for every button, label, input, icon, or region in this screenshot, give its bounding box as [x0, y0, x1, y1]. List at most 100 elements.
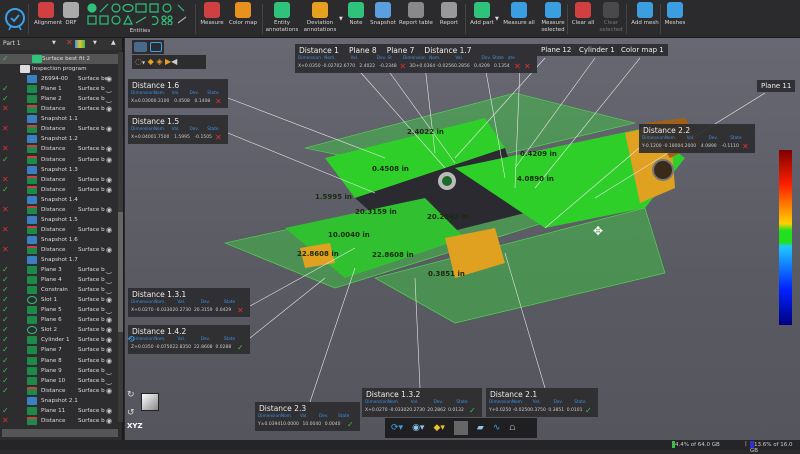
tree-item[interactable]: Inspection program [0, 64, 118, 74]
eye-closed-icon[interactable]: ‿ [106, 305, 112, 315]
add-mesh-button[interactable]: Add mesh [630, 2, 660, 27]
display-mode-icon[interactable]: ◉▾ [412, 423, 424, 433]
alignment-button[interactable]: Alignment [34, 2, 62, 27]
tree-item[interactable]: 26994-00 Surface bes ◉ [0, 74, 118, 84]
meshes-button[interactable]: Meshes [663, 2, 687, 27]
measurement-label[interactable]: 0.3851 in [428, 270, 465, 278]
eye-icon[interactable]: ◉ [106, 205, 112, 215]
eye-icon[interactable]: ◉ [106, 386, 112, 396]
clear-all-button[interactable]: Clear all [570, 2, 596, 27]
tree-item[interactable]: ✓ Plane 8 Surface b ◉ [0, 356, 118, 366]
tree-item[interactable]: ✕ Distance Surface b ◉ [0, 144, 118, 154]
annotation-distance-1-3-1[interactable]: Distance 1.3.1 Dimension Nom. Val. Dev. State… [128, 288, 250, 317]
annotation-distance-1-4-2[interactable]: Distance 1.4.2 Dimension Nom. Val. Dev. State… [128, 325, 250, 354]
tag-color-map-1[interactable]: Color map 1 [617, 44, 668, 56]
eye-icon[interactable]: ◉ [106, 416, 112, 426]
tag-plane-12[interactable]: Plane 12 [537, 44, 576, 56]
cube-icon[interactable] [141, 393, 159, 411]
eye-icon[interactable]: ◉ [106, 155, 112, 165]
tree-item[interactable]: ✕ Distance Surface b ◉ [0, 175, 118, 185]
profile-icon[interactable]: ⩍ [509, 423, 515, 433]
measurement-label[interactable]: 1.5995 in [315, 193, 352, 201]
eye-icon[interactable]: ◉ [106, 345, 112, 355]
annotation-distance-1-5[interactable]: Distance 1.5 Dimension Nom. Val. Dev. State X+… [128, 115, 228, 144]
measurement-label[interactable]: 0.4209 in [520, 150, 557, 158]
eye-closed-icon[interactable]: ‿ [106, 94, 112, 104]
tree-item[interactable]: ✓ Distance Surface b ◉ [0, 185, 118, 195]
color-map-button[interactable]: Color map [228, 2, 258, 27]
measurement-label[interactable]: 22.8608 in [372, 251, 414, 259]
eye-icon[interactable]: ◉ [106, 356, 112, 366]
eye-icon[interactable]: ◉ [106, 185, 112, 195]
tree-item[interactable]: ✓ Plane 7 Surface b ◉ [0, 345, 118, 355]
tree-item[interactable]: Snapshot 1.4 [0, 195, 118, 205]
graph-icon[interactable]: ∿ [493, 423, 501, 433]
rotate-right-icon[interactable]: ↺ [127, 408, 135, 418]
tree-item[interactable]: ✓ Plane 11 Surface b ◉ [0, 406, 118, 416]
eye-icon[interactable]: ◉ [106, 335, 112, 345]
annotation-distance-2-2[interactable]: Distance 2.2 Dimension Nom. Val. Dev. State Y-… [639, 124, 755, 153]
tree-item[interactable]: Snapshot 1.7 [0, 255, 118, 265]
tree-item[interactable]: ✓ Cylinder 1 Surface b ◉ [0, 335, 118, 345]
deviation-annotations-button[interactable]: Deviation annotations [300, 2, 340, 33]
transparency-icon[interactable] [453, 421, 468, 435]
measurement-label[interactable]: 20.2862 in [427, 213, 469, 221]
measurement-label[interactable]: 2.4022 in [407, 128, 444, 136]
tree-item[interactable]: Snapshot 1.1 [0, 114, 118, 124]
panel-resize-handle[interactable] [2, 429, 118, 437]
measurement-label[interactable]: 10.0040 in [328, 231, 370, 239]
annotation-distance-1-3-2[interactable]: Distance 1.3.2 Dimension Nom. Val. Dev. State… [362, 388, 482, 417]
tree-item[interactable]: ✓ Plane 6 Surface b ◉ [0, 315, 118, 325]
eye-closed-icon[interactable]: ‿ [106, 84, 112, 94]
report-button[interactable]: Report [437, 2, 461, 27]
tree-item[interactable]: Snapshot 1.6 [0, 235, 118, 245]
eye-icon[interactable]: ◉ [106, 245, 112, 255]
annotation-distance-2-3[interactable]: Distance 2.3 Dimension Nom. Val. Dev. State Y±… [255, 402, 360, 431]
eye-icon[interactable]: ◉ [106, 74, 112, 84]
eye-closed-icon[interactable]: ‿ [106, 366, 112, 376]
eye-icon[interactable]: ◉ [106, 144, 112, 154]
camera-icon[interactable]: ⟳▾ [391, 423, 403, 433]
measure-all-button[interactable]: Measure all [503, 2, 535, 27]
chevron-down-icon[interactable]: ▼ [93, 40, 97, 46]
add-part-button[interactable]: Add part [467, 2, 497, 27]
eye-closed-icon[interactable]: ‿ [106, 265, 112, 275]
tree-item[interactable]: ✓ Plane 9 Surface b ‿ [0, 366, 118, 376]
measure-button[interactable]: Measure [198, 2, 226, 27]
tree-item[interactable]: ✓ Plane 10 Surface b ‿ [0, 376, 118, 386]
measurement-label[interactable]: 20.3159 in [355, 208, 397, 216]
chevron-down-icon[interactable]: ▼ [52, 40, 56, 46]
eye-icon[interactable]: ◉ [106, 175, 112, 185]
entities-button[interactable]: Entities [118, 28, 162, 35]
measurement-label[interactable]: 4.0890 in [517, 175, 554, 183]
annotation-distance-1-6[interactable]: Distance 1.6 Dimension Nom. Val. Dev. State X±… [128, 79, 228, 108]
eye-icon[interactable]: ◉ [106, 315, 112, 325]
drf-button[interactable]: DRF [62, 2, 80, 27]
note-button[interactable]: Note [346, 2, 366, 27]
entity-annotations-button[interactable]: Entity annotations [265, 2, 299, 33]
measurement-label[interactable]: 22.8608 in [297, 250, 339, 258]
tree-item[interactable]: ✓ Surface best fit 2 [0, 54, 118, 64]
tree-item[interactable]: ✕ Distance Surface b ◉ [0, 205, 118, 215]
3d-viewport[interactable]: ◌▼ ◆ ◈ ▶◀ 2.4022 in 0.4508 in 0.4209 in … [125, 38, 800, 440]
tree-item[interactable]: ✓ Plane 3 Surface b ‿ [0, 265, 118, 275]
deviation-dropdown-arrow-icon[interactable]: ▼ [339, 16, 343, 22]
tag-cylinder-1[interactable]: Cylinder 1 [575, 44, 619, 56]
tree-item[interactable]: Snapshot 1.2 [0, 134, 118, 144]
color-layers-icon[interactable] [75, 40, 85, 48]
tree-item[interactable]: ✓ Plane 1 Surface b ‿ [0, 84, 118, 94]
tree-item[interactable]: ✓ Slot 2 Surface b ◉ [0, 325, 118, 335]
tree-item[interactable]: ✕ Distance Surface b ◉ [0, 225, 118, 235]
measure-selected-button[interactable]: Measure selected [537, 2, 569, 33]
tag-plane-11[interactable]: Plane 11 [757, 80, 796, 92]
eye-icon[interactable]: ◉ [106, 104, 112, 114]
visibility-toggle-icon[interactable]: ✕ [66, 38, 73, 47]
eye-icon[interactable]: ◉ [106, 295, 112, 305]
eye-icon[interactable]: ◉ [106, 325, 112, 335]
eye-closed-icon[interactable]: ‿ [106, 285, 112, 295]
eye-icon[interactable]: ◉ [106, 225, 112, 235]
view-cube[interactable]: ↻ ↺ XYZ [127, 378, 167, 433]
eye-icon[interactable]: ◉ [106, 124, 112, 134]
annotation-distance-2-1[interactable]: Distance 2.1 Dimension Nom. Val. Dev. State Y+… [486, 388, 598, 417]
add-part-dropdown-arrow-icon[interactable]: ▼ [495, 16, 499, 22]
